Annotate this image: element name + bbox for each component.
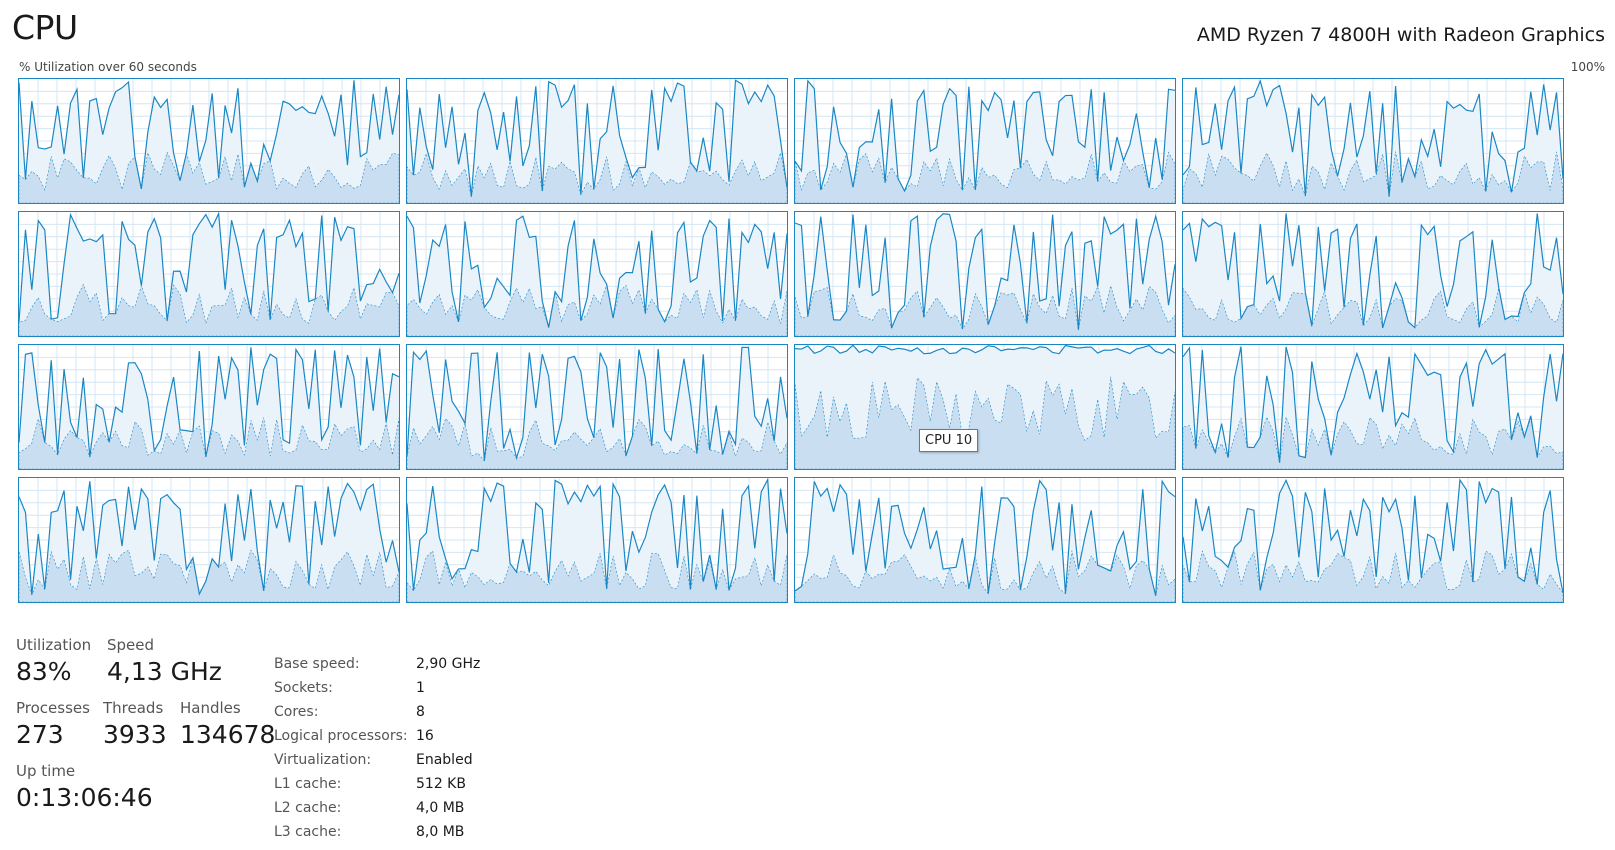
detail-value: Enabled xyxy=(416,752,473,768)
detail-value: 1 xyxy=(416,680,425,696)
threads-stat-label: Threads xyxy=(103,699,164,717)
utilization-stat-value: 83% xyxy=(16,657,72,686)
handles-stat: Handles 134678 xyxy=(180,699,275,749)
utilization-max-label: 100% xyxy=(1570,60,1605,74)
uptime-stat: Up time 0:13:06:46 xyxy=(16,762,153,812)
detail-value: 8 xyxy=(416,704,425,720)
cpu-graph-4[interactable] xyxy=(18,211,400,337)
processes-stat-label: Processes xyxy=(16,699,90,717)
speed-stat-value: 4,13 GHz xyxy=(107,657,222,686)
logical-processor-graphs: CPU 10 xyxy=(18,78,1608,620)
cpu-graph-6[interactable] xyxy=(794,211,1176,337)
detail-value: 8,0 MB xyxy=(416,824,465,840)
detail-key: L1 cache: xyxy=(274,776,342,792)
detail-key: Cores: xyxy=(274,704,319,720)
cpu-graph-10[interactable]: CPU 10 xyxy=(794,344,1176,470)
utilization-stat-label: Utilization xyxy=(16,636,92,654)
threads-stat-value: 3933 xyxy=(103,720,167,749)
cpu-graph-9[interactable] xyxy=(406,344,788,470)
handles-stat-value: 134678 xyxy=(180,720,276,749)
cpu-graph-11[interactable] xyxy=(1182,344,1564,470)
cpu-graph-13[interactable] xyxy=(406,477,788,603)
detail-key: L3 cache: xyxy=(274,824,342,840)
uptime-stat-label: Up time xyxy=(16,762,76,780)
detail-key: Logical processors: xyxy=(274,728,408,744)
detail-key: Sockets: xyxy=(274,680,333,696)
utilization-graph-label: % Utilization over 60 seconds xyxy=(19,60,197,74)
cpu-graph-15[interactable] xyxy=(1182,477,1564,603)
detail-key: L2 cache: xyxy=(274,800,342,816)
detail-key: Virtualization: xyxy=(274,752,372,768)
cpu-graph-2[interactable] xyxy=(794,78,1176,204)
detail-value: 4,0 MB xyxy=(416,800,465,816)
cpu-graph-tooltip: CPU 10 xyxy=(919,429,979,452)
cpu-graph-5[interactable] xyxy=(406,211,788,337)
cpu-graph-14[interactable] xyxy=(794,477,1176,603)
cpu-graph-1[interactable] xyxy=(406,78,788,204)
processes-stat-value: 273 xyxy=(16,720,64,749)
cpu-graph-3[interactable] xyxy=(1182,78,1564,204)
utilization-stat: Utilization 83% xyxy=(16,636,91,686)
speed-stat-label: Speed xyxy=(107,636,155,654)
cpu-graph-12[interactable] xyxy=(18,477,400,603)
detail-key: Base speed: xyxy=(274,656,360,672)
detail-value: 512 KB xyxy=(416,776,466,792)
threads-stat: Threads 3933 xyxy=(103,699,167,749)
detail-value: 2,90 GHz xyxy=(416,656,481,672)
cpu-graph-7[interactable] xyxy=(1182,211,1564,337)
cpu-graph-8[interactable] xyxy=(18,344,400,470)
page-title: CPU xyxy=(12,8,78,47)
detail-value: 16 xyxy=(416,728,434,744)
processor-name: AMD Ryzen 7 4800H with Radeon Graphics xyxy=(1196,24,1605,46)
processes-stat: Processes 273 xyxy=(16,699,90,749)
speed-stat: Speed 4,13 GHz xyxy=(107,636,222,686)
cpu-graph-0[interactable] xyxy=(18,78,400,204)
handles-stat-label: Handles xyxy=(180,699,241,717)
uptime-stat-value: 0:13:06:46 xyxy=(16,783,153,812)
